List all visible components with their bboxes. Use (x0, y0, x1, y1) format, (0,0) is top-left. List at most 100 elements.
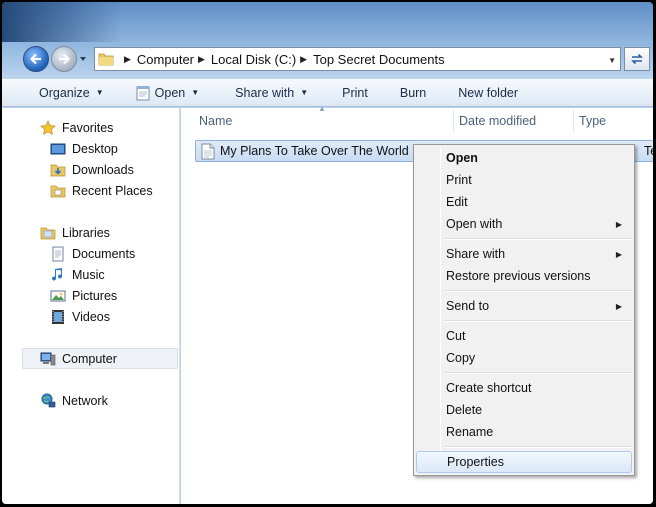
column-header-type[interactable]: Type (579, 108, 606, 134)
menu-item-print[interactable]: Print (416, 169, 632, 191)
burn-label: Burn (399, 85, 427, 100)
file-name: My Plans To Take Over The World (220, 144, 409, 158)
nav-libraries[interactable]: Libraries (2, 222, 180, 243)
recent-pages-dropdown-icon[interactable] (78, 54, 88, 64)
notepad-icon (136, 85, 150, 100)
breadcrumb-separator-icon[interactable]: ▶ (198, 54, 205, 65)
videos-icon (50, 309, 66, 325)
menu-item-open-with-label: Open with (446, 217, 503, 231)
nav-documents-label: Documents (72, 246, 136, 261)
open-label: Open (154, 85, 186, 100)
breadcrumb-top-secret-documents[interactable]: Top Secret Documents (313, 52, 445, 67)
new-folder-button[interactable]: New folder (436, 79, 528, 106)
documents-icon (50, 246, 66, 262)
breadcrumb-separator-icon[interactable]: ▶ (300, 54, 307, 65)
menu-separator (444, 290, 632, 292)
breadcrumb-separator-icon[interactable]: ▶ (124, 54, 131, 65)
nav-libraries-label: Libraries (62, 225, 110, 240)
column-divider[interactable] (453, 110, 454, 132)
menu-item-create-shortcut[interactable]: Create shortcut (416, 377, 632, 399)
file-type: Text Documen (644, 144, 653, 158)
nav-music[interactable]: Music (2, 264, 180, 285)
nav-recent-places[interactable]: Recent Places (2, 180, 180, 201)
title-bar (2, 2, 122, 42)
arrow-right-icon (59, 53, 71, 65)
breadcrumb-local-disk[interactable]: Local Disk (C:) (211, 52, 296, 67)
menu-item-properties-label: Properties (447, 455, 504, 469)
breadcrumb-computer[interactable]: Computer (137, 52, 194, 67)
menu-separator (444, 238, 632, 240)
menu-item-delete-label: Delete (446, 403, 483, 417)
nav-desktop-label: Desktop (72, 141, 118, 156)
nav-videos[interactable]: Videos (2, 306, 180, 327)
chevron-down-icon: ▼ (191, 88, 200, 97)
refresh-button[interactable] (624, 47, 650, 71)
menu-item-share-with[interactable]: Share with ▶ (416, 243, 632, 265)
nav-pictures[interactable]: Pictures (2, 285, 180, 306)
nav-desktop[interactable]: Desktop (2, 138, 180, 159)
navigation-pane: Favorites Desktop Downloads Recent Place… (2, 108, 180, 504)
address-dropdown-icon[interactable]: ▼ (608, 56, 616, 65)
menu-item-open-with[interactable]: Open with ▶ (416, 213, 632, 235)
burn-button[interactable]: Burn (378, 79, 436, 106)
forward-button[interactable] (51, 46, 77, 72)
submenu-arrow-icon: ▶ (615, 219, 622, 229)
menu-item-cut-label: Cut (446, 329, 466, 343)
submenu-arrow-icon: ▶ (615, 301, 622, 311)
organize-label: Organize (39, 85, 90, 100)
menu-item-open-label: Open (446, 151, 478, 165)
refresh-icon (631, 53, 643, 65)
downloads-folder-icon (50, 162, 66, 178)
nav-network[interactable]: Network (2, 390, 180, 411)
new-folder-label: New folder (458, 85, 519, 100)
context-menu: Open Print Edit Open with ▶ Share with ▶ R… (413, 144, 635, 476)
column-header-name[interactable]: Name (199, 108, 232, 134)
chevron-down-icon: ▼ (95, 88, 104, 97)
pictures-icon (50, 288, 66, 304)
organize-button[interactable]: Organize ▼ (2, 79, 114, 106)
nav-documents[interactable]: Documents (2, 243, 180, 264)
back-button[interactable] (23, 46, 49, 72)
recent-places-icon (50, 183, 66, 199)
menu-item-delete[interactable]: Delete (416, 399, 632, 421)
sort-ascending-icon: ▲ (318, 104, 326, 113)
nav-downloads[interactable]: Downloads (2, 159, 180, 180)
text-document-icon (201, 143, 215, 159)
menu-item-send-to-label: Send to (446, 299, 490, 313)
address-bar[interactable]: ▶ Computer ▶ Local Disk (C:) ▶ Top Secre… (94, 47, 621, 71)
menu-item-edit[interactable]: Edit (416, 191, 632, 213)
desktop-icon (50, 141, 66, 157)
star-icon (40, 119, 56, 136)
menu-item-restore-label: Restore previous versions (446, 269, 591, 283)
menu-item-print-label: Print (446, 173, 472, 187)
nav-favorites-label: Favorites (62, 120, 114, 135)
menu-item-properties[interactable]: Properties (416, 451, 632, 473)
menu-item-send-to[interactable]: Send to ▶ (416, 295, 632, 317)
menu-item-copy[interactable]: Copy (416, 347, 632, 369)
command-bar: Organize ▼ Open ▼ Share with ▼ Print Burn N… (2, 78, 653, 107)
print-label: Print (342, 85, 368, 100)
arrow-left-icon (29, 53, 41, 65)
share-with-button[interactable]: Share with ▼ (209, 79, 318, 106)
menu-item-cut[interactable]: Cut (416, 325, 632, 347)
submenu-arrow-icon: ▶ (615, 249, 622, 259)
nav-music-label: Music (72, 267, 105, 282)
nav-favorites[interactable]: Favorites (2, 117, 180, 138)
network-icon (40, 393, 56, 409)
menu-item-open[interactable]: Open (416, 147, 632, 169)
nav-recent-places-label: Recent Places (72, 183, 153, 198)
share-with-label: Share with (235, 85, 295, 100)
nav-pictures-label: Pictures (72, 288, 118, 303)
print-button[interactable]: Print (318, 79, 378, 106)
column-divider[interactable] (573, 110, 574, 132)
nav-network-label: Network (62, 393, 108, 408)
open-button[interactable]: Open ▼ (114, 79, 210, 106)
nav-computer[interactable]: Computer (22, 348, 178, 369)
menu-item-share-with-label: Share with (446, 247, 506, 261)
menu-item-rename[interactable]: Rename (416, 421, 632, 443)
column-header-date-modified[interactable]: Date modified (459, 108, 536, 134)
menu-item-copy-label: Copy (446, 351, 476, 365)
menu-separator (444, 446, 632, 448)
menu-item-restore-previous-versions[interactable]: Restore previous versions (416, 265, 632, 287)
menu-item-create-shortcut-label: Create shortcut (446, 381, 532, 395)
